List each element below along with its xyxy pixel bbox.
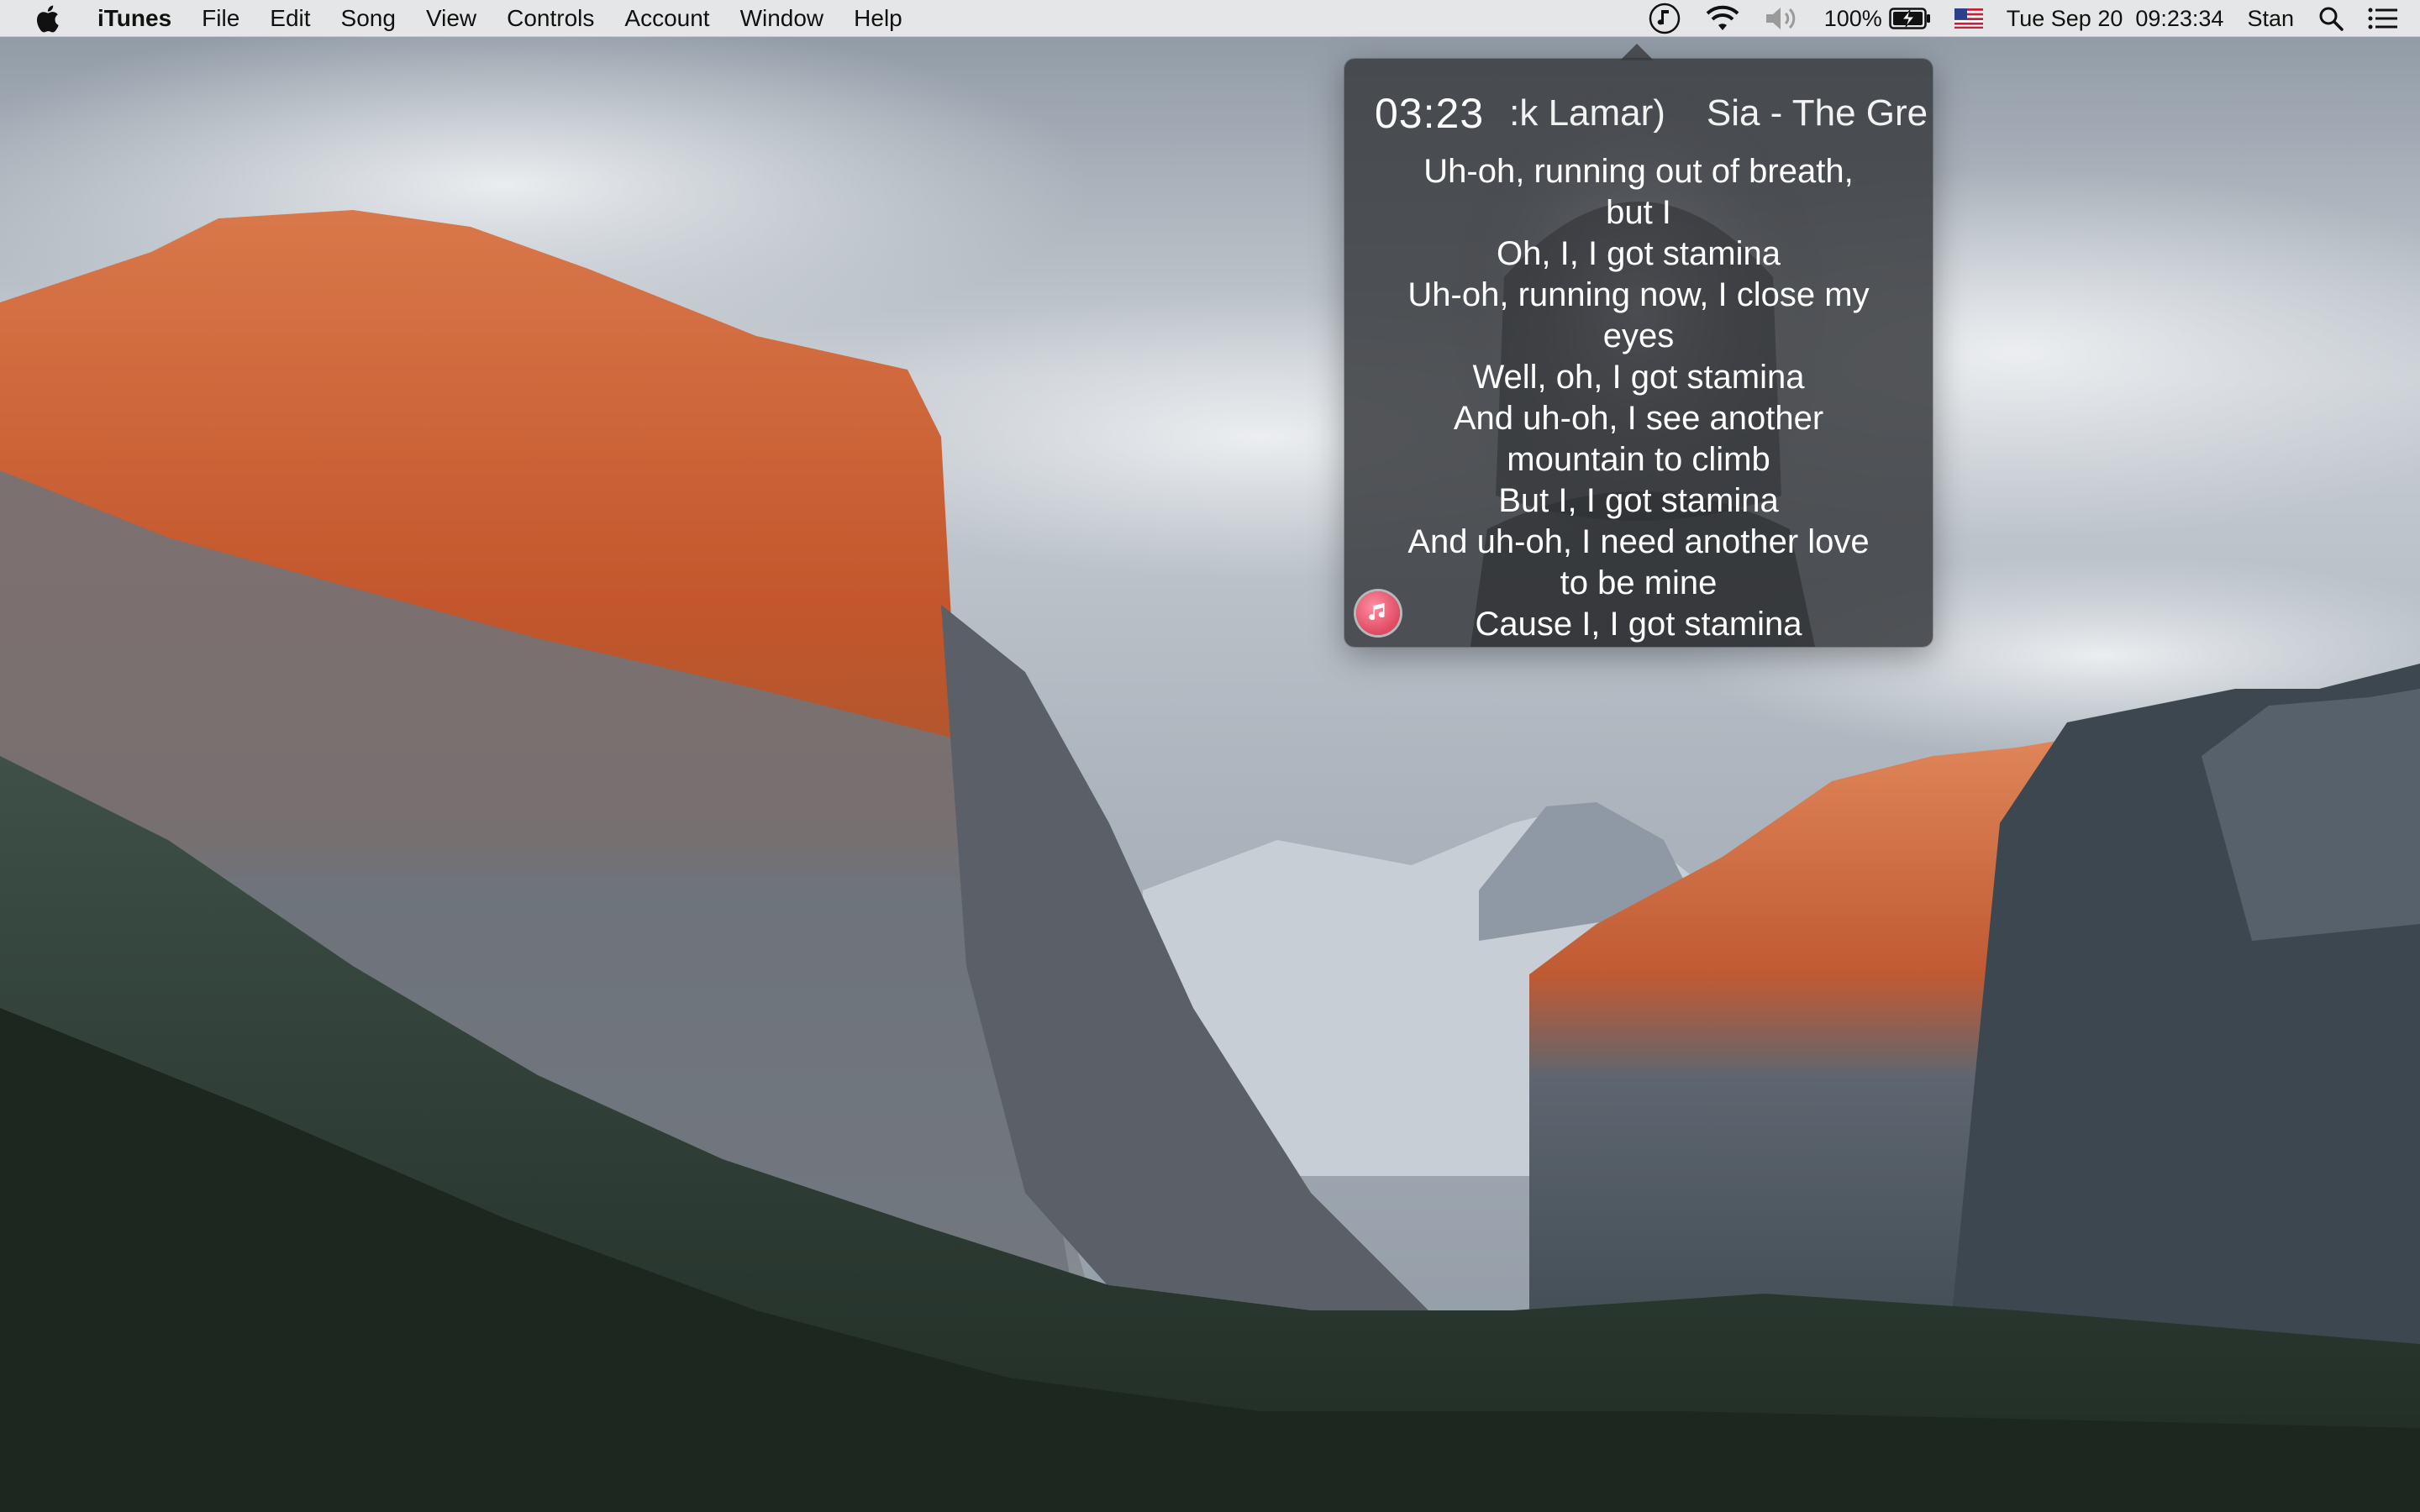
popover-header: 03:23 :k Lamar) Sia - The Grea [1344, 84, 1933, 143]
wifi-icon[interactable] [1693, 0, 1752, 37]
lyric-line: And uh-oh, I see another [1453, 400, 1824, 437]
lyric-line: to be mine [1560, 564, 1718, 601]
us-flag-icon[interactable] [1943, 0, 1995, 37]
menu-app-itunes[interactable]: iTunes [87, 0, 187, 37]
clock[interactable]: Tue Sep 20 09:23:34 [1995, 0, 2236, 37]
apple-icon[interactable] [32, 0, 62, 37]
datetime-text: Tue Sep 20 09:23:34 [2006, 5, 2224, 31]
song-title-text: :k Lamar) Sia - The Grea [1509, 92, 1930, 134]
notification-center-icon[interactable] [2356, 0, 2420, 37]
user-menu[interactable]: Stan [2235, 0, 2306, 37]
playback-time: 03:23 [1375, 90, 1485, 137]
menu-edit[interactable]: Edit [255, 0, 325, 37]
itunes-music-icon[interactable] [1356, 591, 1400, 635]
popover-arrow [1620, 44, 1654, 60]
menu-song[interactable]: Song [326, 0, 411, 37]
volume-icon[interactable] [1752, 0, 1812, 37]
battery-charging-icon [1889, 8, 1931, 29]
menu-account[interactable]: Account [609, 0, 724, 37]
user-name: Stan [2247, 5, 2294, 31]
lyric-line: Uh-oh, running out of breath, [1423, 153, 1854, 190]
menu-file[interactable]: File [187, 0, 255, 37]
lyric-line: Cause I, I got stamina [1475, 606, 1802, 643]
music-note-icon[interactable] [1636, 0, 1693, 37]
lyric-line: but I [1606, 194, 1671, 231]
menu-window[interactable]: Window [725, 0, 839, 37]
menu-bar-left: iTunes File Edit Song View Controls Acco… [0, 0, 918, 37]
menu-bar: iTunes File Edit Song View Controls Acco… [0, 0, 2420, 37]
lyric-line: Oh, I, I got stamina [1497, 235, 1781, 272]
lyrics-text: Uh-oh, running out of breath, but I Oh, … [1395, 151, 1882, 645]
song-title-marquee: :k Lamar) Sia - The Grea [1509, 92, 1929, 134]
lyric-line: Well, oh, I got stamina [1472, 359, 1805, 396]
desktop [0, 0, 2420, 1512]
wallpaper-el-capitan [0, 0, 2420, 1512]
lyric-line: But I, I got stamina [1498, 482, 1779, 519]
lyric-line: And uh-oh, I need another love [1407, 523, 1870, 560]
menu-controls[interactable]: Controls [492, 0, 609, 37]
menu-help[interactable]: Help [839, 0, 918, 37]
battery-percent: 100% [1823, 5, 1882, 31]
battery-status[interactable]: 100% [1812, 0, 1943, 37]
lyric-line: eyes [1602, 318, 1675, 354]
menu-bar-status-area: 100% Tue Sep 20 09:23:34 Stan [1636, 0, 2420, 37]
menu-view[interactable]: View [411, 0, 492, 37]
lyrics-popover[interactable]: 03:23 :k Lamar) Sia - The Grea Uh-oh, ru… [1344, 59, 1933, 647]
lyric-line: Uh-oh, running now, I close my [1407, 276, 1870, 313]
search-icon[interactable] [2306, 0, 2356, 37]
lyric-line: mountain to climb [1507, 441, 1770, 478]
